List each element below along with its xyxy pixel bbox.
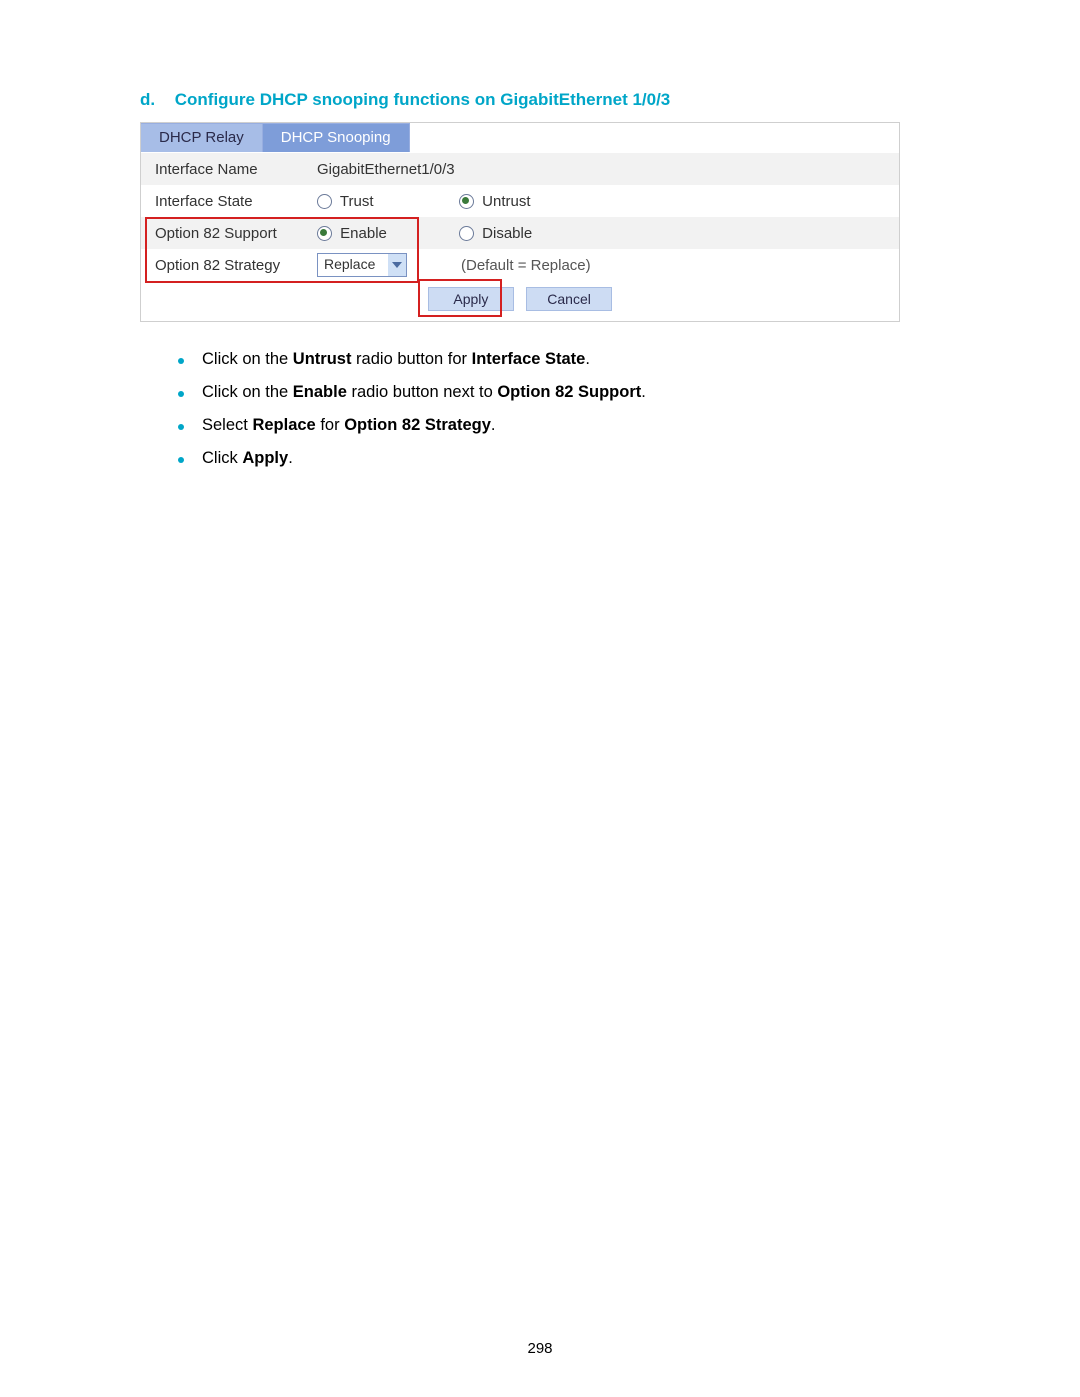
radio-untrust-label: Untrust (482, 193, 530, 210)
config-screenshot: DHCP RelayDHCP Snooping Interface Name G… (140, 122, 900, 322)
list-item: Click on the Enable radio button next to… (178, 383, 940, 402)
config-form-table: Interface Name GigabitEthernet1/0/3 Inte… (141, 153, 899, 281)
instr4-bold1: Apply (242, 449, 288, 467)
instr1-bold2: Interface State (472, 350, 586, 368)
instr1-mid: radio button for (351, 350, 471, 368)
instr3-post: . (491, 416, 496, 434)
form-buttons-row: Apply Cancel (141, 281, 899, 321)
instr1-pre: Click on the (202, 350, 293, 368)
tab-bar: DHCP RelayDHCP Snooping (141, 123, 899, 153)
instr2-mid: radio button next to (347, 383, 497, 401)
row-option82-strategy: Option 82 Strategy Replace (Default = Re… (141, 249, 899, 281)
instr2-bold2: Option 82 Support (497, 383, 641, 401)
instr1-post: . (585, 350, 590, 368)
radio-disable[interactable] (459, 226, 474, 241)
apply-button[interactable]: Apply (428, 287, 514, 311)
instr2-post: . (641, 383, 646, 401)
heading-prefix: d. (140, 90, 170, 110)
select-option82-strategy[interactable]: Replace (317, 253, 407, 277)
instr3-pre: Select (202, 416, 252, 434)
list-item: Click on the Untrust radio button for In… (178, 350, 940, 369)
label-interface-name: Interface Name (141, 153, 303, 185)
row-interface-state: Interface State Trust Untrust (141, 185, 899, 217)
value-interface-name: GigabitEthernet1/0/3 (303, 153, 899, 185)
bullet-icon (178, 358, 184, 364)
instruction-list: Click on the Untrust radio button for In… (178, 350, 940, 468)
instr3-mid: for (316, 416, 344, 434)
instr3-bold2: Option 82 Strategy (344, 416, 491, 434)
list-item: Click Apply. (178, 449, 940, 468)
row-interface-name: Interface Name GigabitEthernet1/0/3 (141, 153, 899, 185)
list-item: Select Replace for Option 82 Strategy. (178, 416, 940, 435)
instr2-pre: Click on the (202, 383, 293, 401)
bullet-icon (178, 424, 184, 430)
select-value: Replace (318, 254, 388, 276)
radio-trust-label: Trust (340, 193, 374, 210)
radio-untrust[interactable] (459, 194, 474, 209)
tab-dhcp-snooping[interactable]: DHCP Snooping (263, 123, 410, 152)
chevron-down-icon (388, 254, 406, 276)
radio-enable-label: Enable (340, 225, 387, 242)
default-note: (Default = Replace) (461, 257, 591, 274)
label-option82-support: Option 82 Support (141, 217, 303, 249)
label-interface-state: Interface State (141, 185, 303, 217)
radio-disable-label: Disable (482, 225, 532, 242)
instr4-post: . (288, 449, 293, 467)
instr2-bold1: Enable (293, 383, 347, 401)
radio-enable[interactable] (317, 226, 332, 241)
heading-text: Configure DHCP snooping functions on Gig… (175, 90, 671, 109)
label-option82-strategy: Option 82 Strategy (141, 249, 303, 281)
instr3-bold1: Replace (252, 416, 315, 434)
instr4-pre: Click (202, 449, 242, 467)
page-number: 298 (0, 1340, 1080, 1357)
radio-trust[interactable] (317, 194, 332, 209)
instr1-bold1: Untrust (293, 350, 352, 368)
tab-dhcp-relay[interactable]: DHCP Relay (141, 123, 263, 152)
bullet-icon (178, 391, 184, 397)
cancel-button[interactable]: Cancel (526, 287, 612, 311)
row-option82-support: Option 82 Support Enable Disable (141, 217, 899, 249)
section-heading: d. Configure DHCP snooping functions on … (140, 90, 940, 110)
bullet-icon (178, 457, 184, 463)
